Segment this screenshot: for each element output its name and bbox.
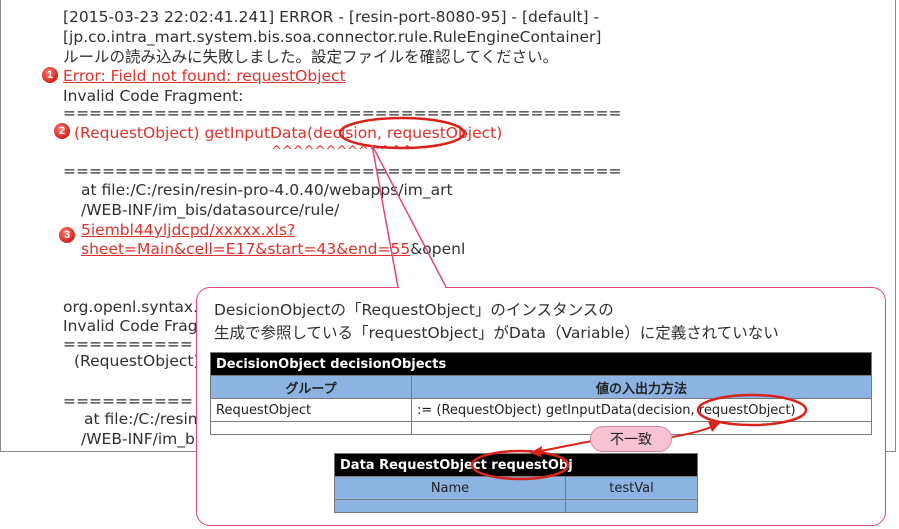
table-row: RequestObject := (RequestObject) getInpu… xyxy=(210,398,872,422)
log-line: /WEB-INF/im_bi xyxy=(81,430,200,448)
table-row xyxy=(334,499,698,513)
log-text: &openl xyxy=(410,240,466,258)
separator: ========================================… xyxy=(63,162,622,180)
log-line: org.openl.syntax.S xyxy=(63,298,208,316)
table-row xyxy=(210,421,872,435)
log-line: /WEB-INF/im_bis/datasource/rule/ xyxy=(81,201,340,219)
data-request-object-table: Data RequestObject requestObj Name testV… xyxy=(334,453,698,513)
log-line: ルールの読み込みに失敗しました。設定ファイルを確認してください。 xyxy=(63,48,559,66)
callout-text: DesicionObjectの「RequestObject」のインスタンスの xyxy=(214,301,614,319)
table-title: Data RequestObject requestObj xyxy=(334,453,698,477)
separator: ========== xyxy=(63,335,193,353)
log-line: (RequestObject) g xyxy=(74,352,215,370)
table-cell xyxy=(210,421,412,435)
file-link-params[interactable]: sheet=Main&cell=E17&start=43&end=55 xyxy=(81,240,410,258)
table-cell: RequestObject xyxy=(210,398,412,422)
table-cell xyxy=(334,499,566,513)
log-line: Invalid Code Fragm xyxy=(63,317,213,335)
error-carets: ^^^^^^^^^^^^^ xyxy=(271,144,413,159)
log-line: sheet=Main&cell=E17&start=43&end=55&open… xyxy=(81,240,465,258)
error-message: Error: Field not found: requestObject xyxy=(63,67,346,85)
table-cell xyxy=(565,499,698,513)
error-code-line: (RequestObject) getInputData(decision, r… xyxy=(74,124,503,142)
separator: ========== xyxy=(63,392,193,410)
log-line: Invalid Code Fragment: xyxy=(63,87,244,105)
mismatch-label: 不一致 xyxy=(590,426,672,452)
marker-2-icon: 2 xyxy=(54,123,70,139)
log-line: at file:/C:/resin/ xyxy=(84,410,203,428)
column-header: グループ xyxy=(210,375,412,399)
column-header: testVal xyxy=(565,476,698,500)
column-header: 値の入出力方法 xyxy=(411,375,872,399)
decision-object-table: DecisionObject decisionObjects グループ 値の入出… xyxy=(210,352,872,435)
table-title: DecisionObject decisionObjects xyxy=(210,352,872,376)
marker-3-icon: 3 xyxy=(59,227,75,243)
table-cell: := (RequestObject) getInputData(decision… xyxy=(411,398,872,422)
log-line: [jp.co.intra_mart.system.bis.soa.connect… xyxy=(63,28,602,46)
marker-1-icon: 1 xyxy=(42,67,58,83)
separator: ========================================… xyxy=(63,104,622,122)
log-line: at file:/C:/resin/resin-pro-4.0.40/webap… xyxy=(81,181,453,199)
column-header: Name xyxy=(334,476,566,500)
log-line: [2015-03-23 22:02:41.241] ERROR - [resin… xyxy=(63,8,600,26)
callout-text: 生成で参照している「requestObject」がData（Variable）に… xyxy=(214,324,779,342)
file-link[interactable]: 5iembl44yljdcpd/xxxxx.xls? xyxy=(81,221,295,239)
